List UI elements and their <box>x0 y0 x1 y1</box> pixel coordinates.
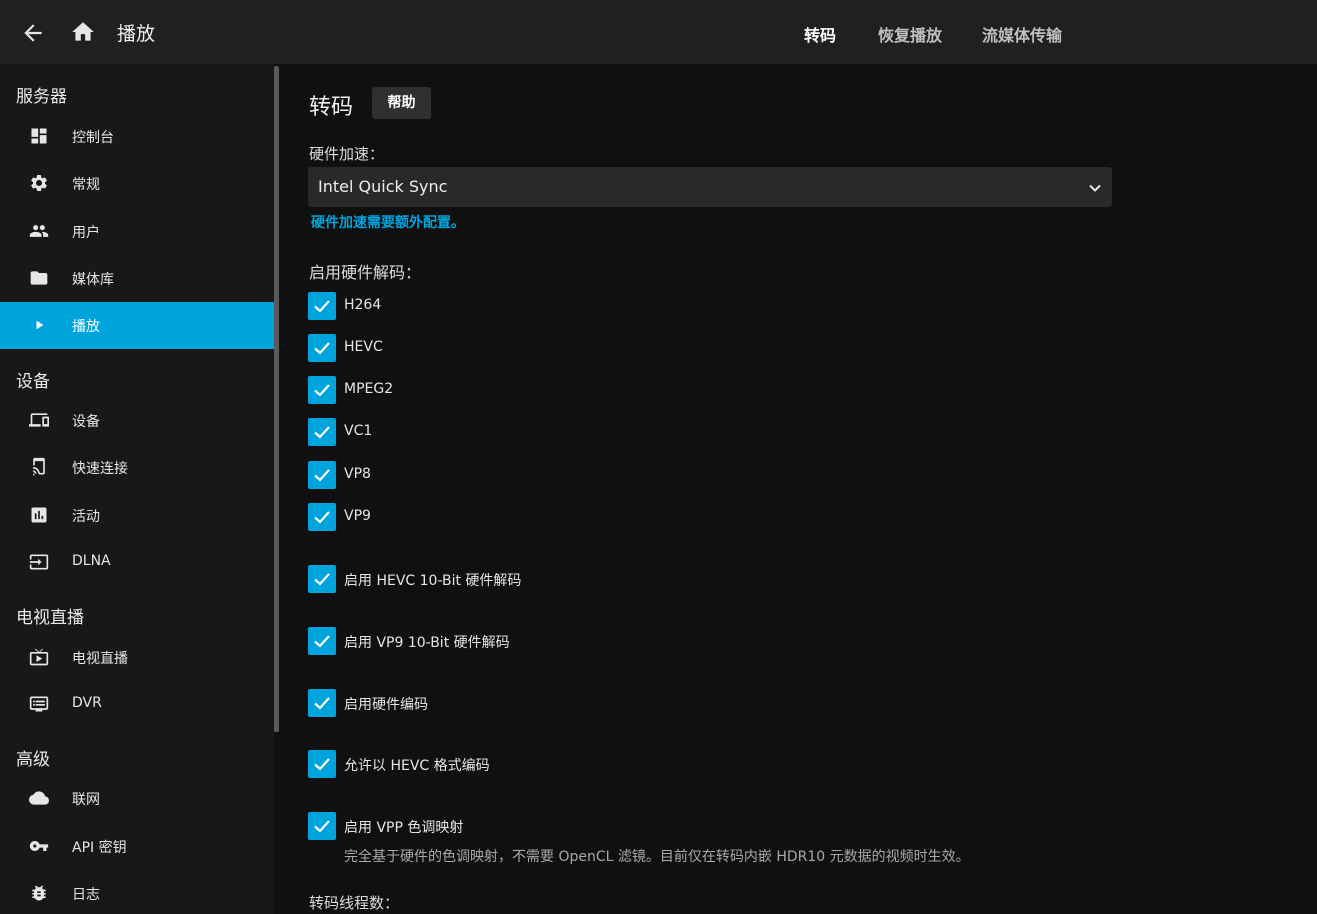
checkbox-label: 允许以 HEVC 格式编码 <box>344 758 490 774</box>
sidebar-item-label: DVR <box>72 695 102 711</box>
checkbox-vc1[interactable] <box>308 418 336 446</box>
checkbox-mpeg2[interactable] <box>308 376 336 404</box>
checkbox-label: MPEG2 <box>344 381 394 397</box>
help-button[interactable]: 帮助 <box>372 87 431 119</box>
checkbox-label: VC1 <box>344 423 373 439</box>
checkbox-label: 启用 VPP 色调映射 <box>344 820 464 836</box>
hw-accel-label: 硬件加速： <box>309 145 385 163</box>
sidebar-item-label: API 密钥 <box>72 840 127 856</box>
chevron-down-icon <box>1088 180 1102 194</box>
sidebar: 服务器 控制台 常规 用户 媒体库 播放 设备 设备 快速连接 活动 DLNA … <box>0 64 274 914</box>
cast-phone-icon <box>29 457 49 477</box>
back-arrow-icon[interactable] <box>20 20 46 46</box>
sidebar-item-devices[interactable]: 设备 <box>0 397 274 444</box>
hw-accel-config-link[interactable]: 硬件加速需要额外配置。 <box>311 212 465 232</box>
checkbox-label: VP8 <box>344 466 371 482</box>
play-icon <box>29 315 49 335</box>
sidebar-item-networking[interactable]: 联网 <box>0 775 274 822</box>
hw-decode-label: 启用硬件解码： <box>309 263 422 282</box>
sidebar-item-dashboard[interactable]: 控制台 <box>0 113 274 160</box>
sidebar-item-general[interactable]: 常规 <box>0 160 274 207</box>
checkbox-label: 启用硬件编码 <box>344 697 428 713</box>
sidebar-section-livetv: 电视直播 <box>16 608 84 628</box>
home-icon[interactable] <box>70 19 96 45</box>
sidebar-item-label: 常规 <box>72 177 100 193</box>
checkbox-hw-encode[interactable] <box>308 689 336 717</box>
sidebar-item-label: 快速连接 <box>72 461 128 477</box>
bug-icon <box>29 883 49 903</box>
sidebar-item-libraries[interactable]: 媒体库 <box>0 255 274 302</box>
devices-icon <box>29 410 49 430</box>
people-icon <box>29 221 49 241</box>
hw-accel-value: Intel Quick Sync <box>318 177 448 196</box>
sidebar-section-devices: 设备 <box>16 372 50 392</box>
sidebar-item-label: 播放 <box>72 319 100 335</box>
sidebar-scrollbar[interactable] <box>274 66 279 732</box>
sidebar-item-label: 媒体库 <box>72 272 114 288</box>
checkbox-hevc10bit-decode[interactable] <box>308 565 336 593</box>
checkbox-hevc[interactable] <box>308 334 336 362</box>
sidebar-item-dlna[interactable]: DLNA <box>0 539 274 586</box>
sidebar-item-logs[interactable]: 日志 <box>0 870 274 914</box>
checkbox-h264[interactable] <box>308 292 336 320</box>
sidebar-section-advanced: 高级 <box>16 750 50 770</box>
sidebar-item-quickconnect[interactable]: 快速连接 <box>0 444 274 491</box>
checkbox-vp910bit-decode[interactable] <box>308 627 336 655</box>
sidebar-item-apikeys[interactable]: API 密钥 <box>0 823 274 870</box>
folder-icon <box>29 268 49 288</box>
tab-streaming[interactable]: 流媒体传输 <box>982 22 1062 46</box>
sidebar-item-label: 用户 <box>72 225 100 241</box>
tab-transcoding[interactable]: 转码 <box>804 22 836 46</box>
sidebar-item-playback[interactable]: 播放 <box>0 302 274 349</box>
hw-accel-select[interactable]: Intel Quick Sync <box>308 167 1112 207</box>
checkbox-hevc-encode[interactable] <box>308 750 336 778</box>
input-icon <box>29 552 49 572</box>
sidebar-item-label: 电视直播 <box>72 651 128 667</box>
sidebar-item-label: 联网 <box>72 792 100 808</box>
tab-resume[interactable]: 恢复播放 <box>878 22 942 46</box>
vpp-description: 完全基于硬件的色调映射，不需要 OpenCL 滤镜。目前仅在转码内嵌 HDR10… <box>344 849 970 865</box>
transcode-threads-label: 转码线程数： <box>309 894 400 912</box>
sidebar-item-label: DLNA <box>72 553 111 569</box>
gear-icon <box>29 173 49 193</box>
sidebar-item-label: 控制台 <box>72 130 114 146</box>
checkbox-label: 启用 VP9 10-Bit 硬件解码 <box>344 635 510 651</box>
sidebar-item-users[interactable]: 用户 <box>0 208 274 255</box>
sidebar-item-livetv[interactable]: 电视直播 <box>0 634 274 681</box>
sidebar-item-dvr[interactable]: DVR <box>0 681 274 728</box>
sidebar-item-activity[interactable]: 活动 <box>0 492 274 539</box>
checkbox-vp9[interactable] <box>308 503 336 531</box>
sidebar-section-server: 服务器 <box>16 87 67 107</box>
assessment-icon <box>29 505 49 525</box>
checkbox-label: HEVC <box>344 339 383 355</box>
key-icon <box>29 836 49 856</box>
page-title: 播放 <box>117 23 156 45</box>
dashboard-icon <box>29 126 49 146</box>
checkbox-vpp-tonemap[interactable] <box>308 812 336 840</box>
checkbox-label: 启用 HEVC 10-Bit 硬件解码 <box>344 573 522 589</box>
live-tv-icon <box>29 647 49 667</box>
sidebar-item-label: 日志 <box>72 887 100 903</box>
section-title: 转码 <box>309 95 354 120</box>
checkbox-vp8[interactable] <box>308 461 336 489</box>
app-header: 播放 转码 恢复播放 流媒体传输 <box>0 0 1317 64</box>
sidebar-item-label: 活动 <box>72 509 100 525</box>
sidebar-item-label: 设备 <box>72 414 100 430</box>
checkbox-label: VP9 <box>344 508 371 524</box>
checkbox-label: H264 <box>344 297 382 313</box>
dvr-icon <box>29 694 49 714</box>
cloud-icon <box>29 788 49 808</box>
